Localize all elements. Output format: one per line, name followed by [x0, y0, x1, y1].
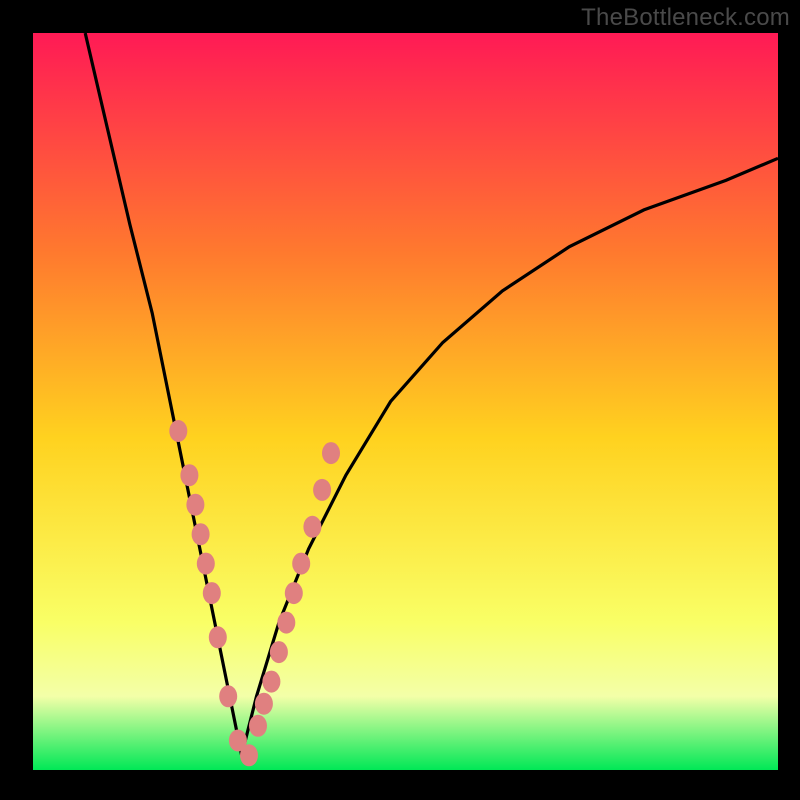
sample-dot: [197, 553, 215, 575]
sample-dot: [285, 582, 303, 604]
sample-dot: [219, 685, 237, 707]
sample-dot: [192, 523, 210, 545]
sample-dot: [292, 553, 310, 575]
watermark-text: TheBottleneck.com: [581, 4, 790, 32]
sample-dot: [322, 442, 340, 464]
sample-dot: [313, 479, 331, 501]
sample-dot: [169, 420, 187, 442]
sample-dot: [262, 671, 280, 693]
sample-dot: [240, 744, 258, 766]
sample-dot: [303, 516, 321, 538]
sample-dot: [209, 626, 227, 648]
bottleneck-chart: [0, 0, 800, 800]
plot-area: [33, 33, 778, 770]
chart-frame: TheBottleneck.com: [0, 0, 800, 800]
sample-dot: [277, 612, 295, 634]
sample-dot: [186, 494, 204, 516]
sample-dot: [249, 715, 267, 737]
sample-dot: [255, 693, 273, 715]
sample-dot: [203, 582, 221, 604]
sample-dot: [270, 641, 288, 663]
sample-dot: [180, 464, 198, 486]
